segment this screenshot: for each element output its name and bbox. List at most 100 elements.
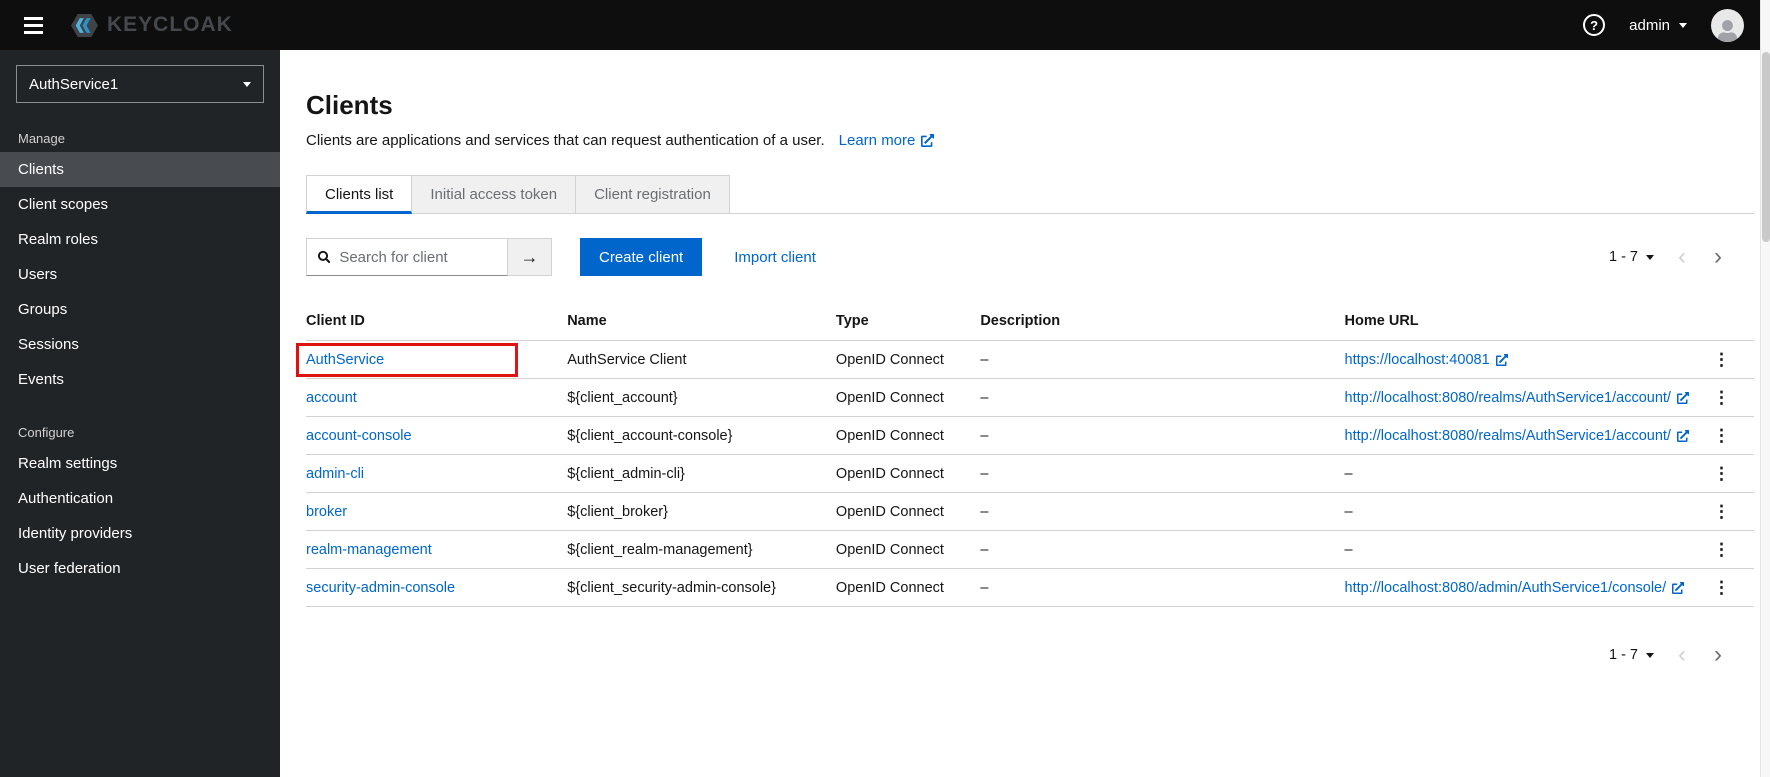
search-submit-button[interactable]: → bbox=[508, 238, 552, 276]
column-header-client-id: Client ID bbox=[306, 302, 568, 341]
client-id-link[interactable]: AuthService bbox=[306, 352, 384, 368]
home-url-link[interactable]: http://localhost:8080/admin/AuthService1… bbox=[1345, 580, 1685, 596]
sidebar-item-user-federation[interactable]: User federation bbox=[0, 551, 280, 586]
keycloak-logo: KEYCLOAK bbox=[71, 13, 233, 37]
realm-selector[interactable]: AuthService1 bbox=[16, 65, 264, 103]
client-description: – bbox=[980, 454, 1345, 493]
external-link-icon bbox=[1676, 391, 1689, 404]
create-client-button[interactable]: Create client bbox=[580, 238, 703, 276]
scrollbar-thumb[interactable] bbox=[1762, 52, 1770, 242]
sidebar-item-sessions[interactable]: Sessions bbox=[0, 327, 280, 362]
avatar[interactable] bbox=[1711, 8, 1744, 42]
client-id-link[interactable]: broker bbox=[306, 504, 347, 520]
row-actions-kebab-icon[interactable]: ⋮ bbox=[1705, 538, 1738, 562]
client-description: – bbox=[980, 378, 1345, 417]
keycloak-logo-icon bbox=[71, 13, 98, 37]
arrow-right-icon: → bbox=[520, 246, 539, 267]
column-header-name: Name bbox=[567, 302, 836, 341]
row-actions-kebab-icon[interactable]: ⋮ bbox=[1705, 576, 1738, 600]
client-name: ${client_account-console} bbox=[567, 416, 836, 455]
search-input[interactable] bbox=[339, 248, 496, 266]
external-link-icon bbox=[1495, 353, 1508, 366]
table-row: broker ${client_broker} OpenID Connect –… bbox=[306, 492, 1754, 531]
table-row: security-admin-console ${client_security… bbox=[306, 568, 1754, 607]
client-name: ${client_realm-management} bbox=[567, 530, 836, 569]
row-actions-kebab-icon[interactable]: ⋮ bbox=[1705, 348, 1738, 372]
hamburger-menu-icon[interactable] bbox=[20, 13, 47, 38]
nav-section-configure: Configure Realm settings Authentication … bbox=[0, 417, 280, 586]
sidebar-item-realm-settings[interactable]: Realm settings bbox=[0, 446, 280, 481]
sidebar-item-authentication[interactable]: Authentication bbox=[0, 481, 280, 516]
home-url-empty: – bbox=[1344, 465, 1353, 482]
row-actions-kebab-icon[interactable]: ⋮ bbox=[1705, 386, 1738, 410]
tab-clients-list[interactable]: Clients list bbox=[306, 175, 413, 214]
keycloak-logo-text: KEYCLOAK bbox=[107, 13, 233, 36]
user-menu-dropdown[interactable]: admin bbox=[1629, 17, 1687, 34]
client-name: ${client_security-admin-console} bbox=[567, 568, 836, 607]
pagination-range-dropdown[interactable]: 1 - 7 bbox=[1601, 245, 1662, 269]
table-row: account-console ${client_account-console… bbox=[306, 416, 1754, 455]
column-header-description: Description bbox=[980, 302, 1345, 341]
topbar-left: KEYCLOAK bbox=[20, 13, 233, 38]
pagination-prev-button[interactable]: ‹ bbox=[1666, 245, 1698, 269]
clients-table: Client ID Name Type Description Home URL… bbox=[296, 302, 1754, 607]
home-url-link[interactable]: http://localhost:8080/realms/AuthService… bbox=[1345, 428, 1689, 444]
nav-section-title: Manage bbox=[18, 131, 65, 146]
client-id-link[interactable]: account-console bbox=[306, 428, 412, 444]
row-actions-kebab-icon[interactable]: ⋮ bbox=[1705, 462, 1738, 486]
sidebar-item-events[interactable]: Events bbox=[0, 362, 280, 397]
import-client-link[interactable]: Import client bbox=[734, 249, 816, 266]
client-name: ${client_admin-cli} bbox=[567, 454, 836, 493]
client-type: OpenID Connect bbox=[835, 454, 981, 493]
client-type: OpenID Connect bbox=[835, 568, 981, 607]
sidebar-item-realm-roles[interactable]: Realm roles bbox=[0, 222, 280, 257]
page-description: Clients are applications and services th… bbox=[306, 132, 825, 149]
pagination-next-button[interactable]: › bbox=[1702, 245, 1734, 269]
pagination-top: 1 - 7 ‹ › bbox=[1601, 245, 1734, 269]
client-description: – bbox=[980, 416, 1345, 455]
client-type: OpenID Connect bbox=[835, 416, 981, 455]
chevron-down-icon bbox=[1646, 254, 1654, 260]
sidebar: AuthService1 Manage Clients Client scope… bbox=[0, 50, 280, 777]
topbar-right: ? admin bbox=[1583, 8, 1744, 42]
pagination-range-dropdown[interactable]: 1 - 7 bbox=[1601, 643, 1662, 667]
learn-more-link[interactable]: Learn more bbox=[839, 132, 935, 149]
chevron-down-icon bbox=[243, 81, 251, 87]
sidebar-nav: Manage Clients Client scopes Realm roles… bbox=[0, 123, 280, 586]
search-group: → bbox=[306, 238, 552, 276]
tab-initial-access-token[interactable]: Initial access token bbox=[412, 175, 577, 214]
pagination-next-button[interactable]: › bbox=[1702, 643, 1734, 667]
client-name: ${client_broker} bbox=[567, 492, 836, 531]
client-id-link[interactable]: realm-management bbox=[306, 542, 432, 558]
help-icon[interactable]: ? bbox=[1583, 14, 1606, 36]
chevron-down-icon bbox=[1646, 652, 1654, 658]
sidebar-item-clients[interactable]: Clients bbox=[0, 152, 280, 187]
chevron-left-icon: ‹ bbox=[1678, 243, 1686, 270]
column-header-actions bbox=[1704, 302, 1754, 341]
client-type: OpenID Connect bbox=[835, 378, 981, 417]
pagination-prev-button[interactable]: ‹ bbox=[1666, 643, 1698, 667]
home-url-empty: – bbox=[1344, 541, 1353, 558]
client-id-link[interactable]: account bbox=[306, 390, 357, 406]
sidebar-item-client-scopes[interactable]: Client scopes bbox=[0, 187, 280, 222]
nav-section-manage: Manage Clients Client scopes Realm roles… bbox=[0, 123, 280, 397]
row-actions-kebab-icon[interactable]: ⋮ bbox=[1705, 424, 1738, 448]
scrollbar[interactable] bbox=[1760, 0, 1770, 777]
table-header-row: Client ID Name Type Description Home URL bbox=[306, 302, 1754, 341]
sidebar-item-identity-providers[interactable]: Identity providers bbox=[0, 516, 280, 551]
client-description: – bbox=[980, 492, 1345, 531]
column-header-type: Type bbox=[835, 302, 981, 341]
sidebar-item-groups[interactable]: Groups bbox=[0, 292, 280, 327]
nav-section-title: Configure bbox=[18, 425, 75, 440]
home-url-link[interactable]: http://localhost:8080/realms/AuthService… bbox=[1345, 390, 1689, 406]
table-row: AuthService AuthService Client OpenID Co… bbox=[296, 340, 1754, 379]
sidebar-item-users[interactable]: Users bbox=[0, 257, 280, 292]
client-id-link[interactable]: security-admin-console bbox=[306, 580, 455, 596]
client-description: – bbox=[980, 568, 1345, 607]
home-url-link[interactable]: https://localhost:40081 bbox=[1345, 352, 1508, 368]
tab-client-registration[interactable]: Client registration bbox=[576, 175, 730, 214]
topbar: KEYCLOAK ? admin bbox=[0, 0, 1770, 50]
table-row: admin-cli ${client_admin-cli} OpenID Con… bbox=[306, 454, 1754, 493]
client-id-link[interactable]: admin-cli bbox=[306, 466, 364, 482]
row-actions-kebab-icon[interactable]: ⋮ bbox=[1705, 500, 1738, 524]
